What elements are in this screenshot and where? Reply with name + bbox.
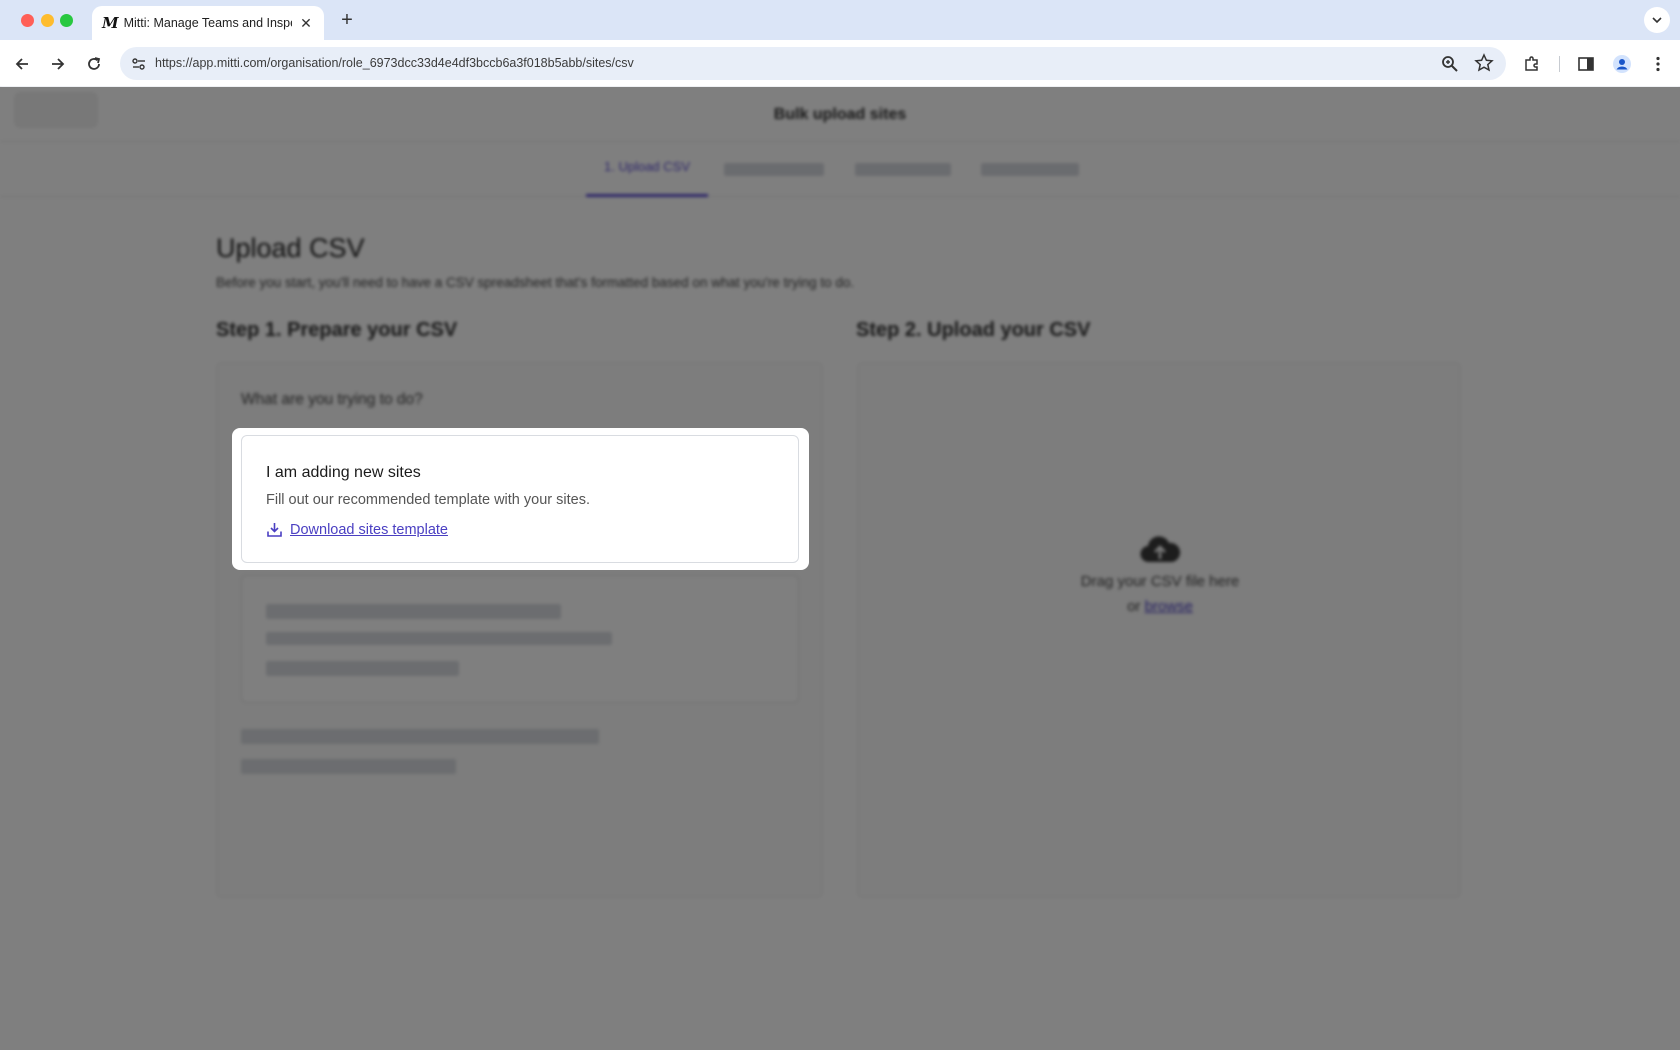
browser-tab-bar: M Mitti: Manage Teams and Inspect... ✕ + (0, 0, 1680, 40)
forward-button[interactable] (46, 52, 70, 76)
zoom-icon[interactable] (1440, 54, 1460, 74)
download-icon (267, 523, 282, 537)
browser-tab[interactable]: M Mitti: Manage Teams and Inspect... ✕ (92, 6, 324, 40)
extensions-button[interactable] (1521, 53, 1543, 75)
url-text[interactable]: https://app.mitti.com/organisation/role_… (155, 56, 634, 70)
option-title: I am adding new sites (266, 464, 421, 481)
site-settings-icon[interactable] (130, 55, 148, 73)
side-panel-button[interactable] (1575, 53, 1597, 75)
browser-toolbar: https://app.mitti.com/organisation/role_… (0, 40, 1680, 87)
minimize-window-button[interactable] (41, 14, 54, 27)
new-tab-button[interactable]: + (336, 9, 358, 32)
toolbar-divider (1559, 56, 1560, 72)
tab-title: Mitti: Manage Teams and Inspect... (123, 16, 292, 30)
option-description: Fill out our recommended template with y… (266, 492, 590, 508)
chevron-down-icon (1652, 17, 1662, 24)
close-window-button[interactable] (21, 14, 34, 27)
back-button[interactable] (10, 52, 34, 76)
avatar-icon (1613, 55, 1631, 73)
maximize-window-button[interactable] (60, 14, 73, 27)
spotlight-highlight: I am adding new sites Fill out our recom… (232, 428, 809, 570)
more-vertical-icon (1656, 56, 1660, 72)
tab-search-button[interactable] (1644, 7, 1670, 33)
close-tab-icon[interactable]: ✕ (298, 15, 314, 32)
puzzle-icon (1525, 56, 1538, 71)
reload-icon (88, 57, 101, 70)
side-panel-icon (1578, 57, 1594, 71)
reload-button[interactable] (82, 52, 106, 76)
download-sites-template-link[interactable]: Download sites template (290, 522, 448, 538)
arrow-left-icon (15, 58, 28, 70)
add-new-sites-option[interactable]: I am adding new sites Fill out our recom… (241, 435, 799, 563)
mitti-favicon-icon: M (102, 14, 119, 32)
browser-menu-button[interactable] (1647, 53, 1669, 75)
arrow-right-icon (52, 58, 65, 70)
download-template-row[interactable]: Download sites template (266, 521, 448, 538)
address-bar[interactable]: https://app.mitti.com/organisation/role_… (120, 47, 1506, 80)
bookmark-star-icon[interactable] (1474, 53, 1494, 73)
profile-button[interactable] (1611, 53, 1633, 75)
